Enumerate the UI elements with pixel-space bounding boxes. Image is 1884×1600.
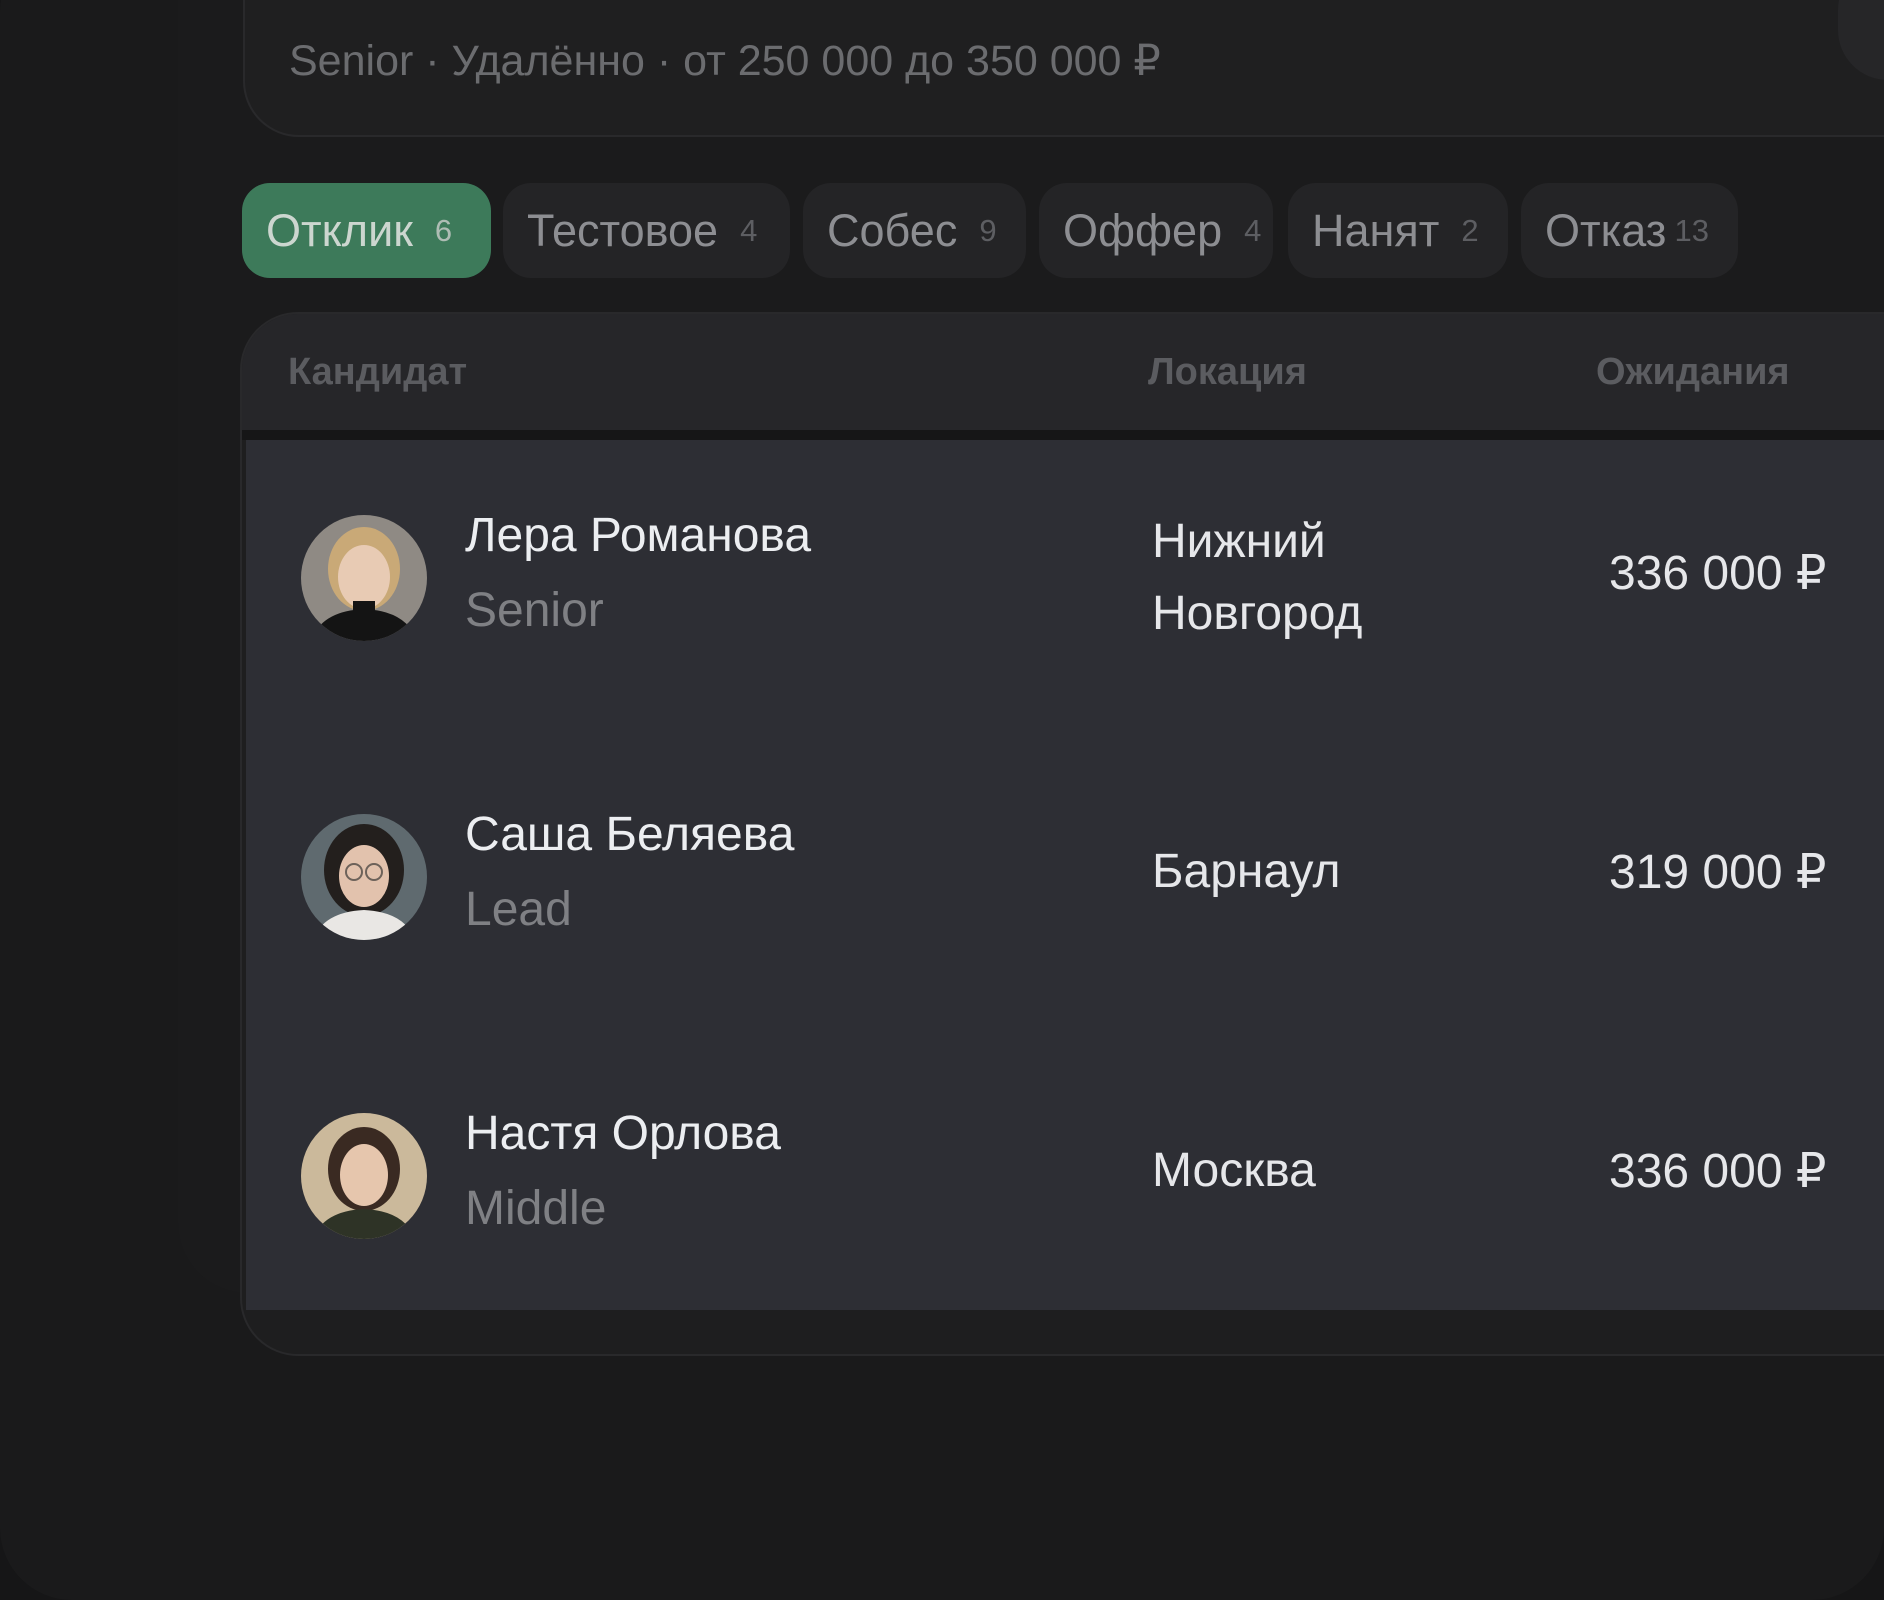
tab-label: Оффер (1063, 204, 1223, 256)
candidate-level: Middle (465, 1182, 607, 1235)
candidate-name: Саша Беляева (465, 808, 795, 861)
column-header-location[interactable]: Локация (1148, 351, 1307, 394)
candidate-salary: 319 000 ₽ (1609, 846, 1827, 899)
avatar (301, 814, 427, 940)
tab-count-badge: 4 (740, 212, 758, 248)
candidates-table: Кандидат Локация Ожидания Лера Романова … (240, 312, 1884, 1356)
column-header-expectations[interactable]: Ожидания (1596, 351, 1790, 394)
candidate-name: Лера Романова (465, 509, 812, 562)
tab-offer[interactable]: Оффер 4 (1039, 183, 1273, 278)
candidate-level: Lead (465, 883, 572, 936)
table-row[interactable]: Саша Беляева Lead Барнаул 319 000 ₽ (246, 739, 1884, 1029)
candidate-level: Senior (465, 584, 604, 637)
avatar-photo-icon (301, 1113, 427, 1239)
avatar-photo-icon (301, 515, 427, 641)
table-header: Кандидат Локация Ожидания (242, 314, 1884, 430)
tab-count-badge: 9 (979, 212, 997, 248)
tab-label: Отказ (1545, 204, 1667, 256)
vacancy-meta: Senior · Удалённо · от 250 000 до 350 00… (289, 37, 1161, 85)
tab-sobes[interactable]: Собес 9 (803, 183, 1026, 278)
table-body: Лера Романова Senior Нижний Новгород 336… (246, 440, 1884, 1310)
tab-count-badge: 4 (1244, 212, 1262, 248)
tab-count-badge: 13 (1674, 212, 1709, 248)
avatar-photo-icon (301, 814, 427, 940)
tab-otklik[interactable]: Отклик 6 (242, 183, 491, 278)
column-header-candidate[interactable]: Кандидат (288, 351, 467, 394)
tab-label: Отклик (266, 204, 413, 256)
tab-label: Собес (827, 204, 958, 256)
candidate-location: Москва (1152, 1144, 1316, 1197)
header-divider (242, 430, 1884, 440)
avatar (301, 1113, 427, 1239)
candidate-salary: 336 000 ₽ (1609, 1145, 1827, 1198)
tab-label: Тестовое (527, 204, 719, 256)
candidate-salary: 336 000 ₽ (1609, 547, 1827, 600)
candidate-name: Настя Орлова (465, 1107, 781, 1160)
table-row[interactable]: Настя Орлова Middle Москва 336 000 ₽ (246, 1038, 1884, 1328)
tab-testovoe[interactable]: Тестовое 4 (503, 183, 790, 278)
tab-nanyat[interactable]: Нанят 2 (1288, 183, 1508, 278)
tab-count-badge: 6 (434, 212, 453, 248)
tab-count-badge: 2 (1461, 212, 1479, 248)
candidate-location: Барнаул (1152, 845, 1341, 898)
avatar (301, 515, 427, 641)
tab-label: Нанят (1312, 204, 1440, 256)
tab-otkaz[interactable]: Отказ 13 (1521, 183, 1738, 278)
table-row[interactable]: Лера Романова Senior Нижний Новгород 336… (246, 440, 1884, 730)
candidate-location: Нижний Новгород (1152, 515, 1363, 640)
